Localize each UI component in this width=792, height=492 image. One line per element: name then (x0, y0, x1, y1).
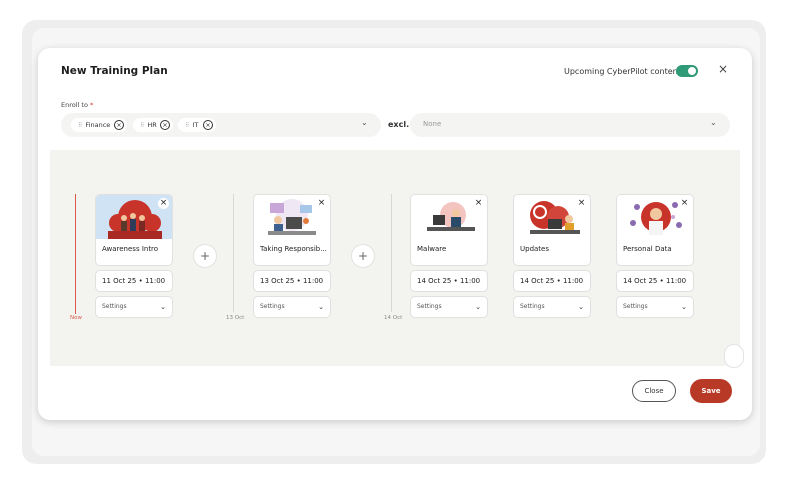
chip-label: IT (192, 121, 199, 129)
remove-course-icon[interactable]: × (158, 198, 169, 209)
course-settings-dropdown[interactable]: Settings ⌄ (253, 296, 331, 318)
remove-course-icon[interactable]: × (316, 198, 327, 209)
required-mark: * (90, 101, 94, 109)
timeline-label-now: Now (70, 315, 82, 321)
course-card[interactable]: × Taking Responsib... (253, 194, 331, 266)
course-card[interactable]: × Awareness Intro (95, 194, 173, 266)
chevron-down-icon: ⌄ (475, 303, 481, 311)
course-name: Personal Data (623, 245, 672, 253)
course-settings-dropdown[interactable]: Settings ⌄ (616, 296, 694, 318)
chip-label: HR (147, 121, 157, 129)
course-date-field[interactable]: 14 Oct 25 • 11:00 (410, 270, 488, 292)
drag-handle-icon[interactable]: ⠿ (140, 122, 144, 129)
remove-chip-icon[interactable]: × (160, 120, 170, 130)
chip-hr: ⠿ HR × (133, 118, 173, 132)
chevron-down-icon: ⌄ (578, 303, 584, 311)
course-card[interactable]: × Updates (513, 194, 591, 266)
remove-chip-icon[interactable]: × (203, 120, 213, 130)
course-date-field[interactable]: 11 Oct 25 • 11:00 (95, 270, 173, 292)
timeline-canvas: Now 13 Oct 14 Oct × Awareness Intro 11 O… (50, 150, 744, 368)
course-name: Malware (417, 245, 447, 253)
training-plan-dialog: New Training Plan Upcoming CyberPilot co… (38, 48, 752, 420)
course-settings-dropdown[interactable]: Settings ⌄ (513, 296, 591, 318)
enroll-select[interactable]: ⠿ Finance × ⠿ HR × ⠿ IT × ⌄ (61, 113, 381, 137)
settings-label: Settings (417, 303, 442, 310)
course-date-field[interactable]: 13 Oct 25 • 11:00 (253, 270, 331, 292)
course-name: Updates (520, 245, 549, 253)
course-name: Awareness Intro (102, 245, 159, 253)
exclude-placeholder: None (423, 120, 442, 128)
course-settings-dropdown[interactable]: Settings ⌄ (95, 296, 173, 318)
save-button[interactable]: Save (690, 379, 732, 403)
timeline-line-13-oct (233, 194, 234, 312)
course-date-field[interactable]: 14 Oct 25 • 11:00 (616, 270, 694, 292)
remove-course-icon[interactable]: × (576, 198, 587, 209)
course-name: Taking Responsib... (260, 245, 327, 253)
remove-course-icon[interactable]: × (679, 198, 690, 209)
timeline-label-14-oct: 14 Oct (384, 315, 403, 321)
add-course-button[interactable]: + (193, 244, 217, 268)
timeline-now-line (75, 194, 76, 314)
add-course-button[interactable]: + (351, 244, 375, 268)
settings-label: Settings (520, 303, 545, 310)
chevron-down-icon[interactable]: ⌄ (710, 118, 717, 127)
enroll-label-text: Enroll to (61, 101, 88, 109)
upcoming-content-toggle[interactable] (676, 65, 698, 77)
course-card[interactable]: × Personal Data (616, 194, 694, 266)
course-settings-dropdown[interactable]: Settings ⌄ (410, 296, 488, 318)
settings-label: Settings (260, 303, 285, 310)
drag-handle-icon[interactable]: ⠿ (78, 122, 82, 129)
timeline-label-13-oct: 13 Oct (226, 315, 245, 321)
course-card[interactable]: × Malware (410, 194, 488, 266)
close-icon[interactable]: × (716, 62, 730, 76)
exclude-select[interactable]: None ⌄ (410, 113, 730, 137)
drag-handle-icon[interactable]: ⠿ (185, 122, 189, 129)
chevron-down-icon[interactable]: ⌄ (361, 118, 368, 127)
upcoming-content-label: Upcoming CyberPilot content (564, 67, 681, 76)
toggle-knob (688, 67, 696, 75)
course-date-field[interactable]: 14 Oct 25 • 11:00 (513, 270, 591, 292)
exclude-label: excl. (388, 120, 410, 129)
settings-label: Settings (102, 303, 127, 310)
settings-label: Settings (623, 303, 648, 310)
timeline-scroll-button[interactable] (724, 344, 744, 368)
close-button[interactable]: Close (632, 380, 676, 402)
chip-finance: ⠿ Finance × (71, 118, 127, 132)
remove-course-icon[interactable]: × (473, 198, 484, 209)
timeline-line-14-oct (391, 194, 392, 312)
chevron-down-icon: ⌄ (160, 303, 166, 311)
chevron-down-icon: ⌄ (681, 303, 687, 311)
chip-it: ⠿ IT × (178, 118, 216, 132)
enroll-label: Enroll to * (61, 101, 93, 109)
chip-label: Finance (85, 121, 111, 129)
chevron-down-icon: ⌄ (318, 303, 324, 311)
remove-chip-icon[interactable]: × (114, 120, 124, 130)
dialog-title: New Training Plan (61, 65, 168, 77)
